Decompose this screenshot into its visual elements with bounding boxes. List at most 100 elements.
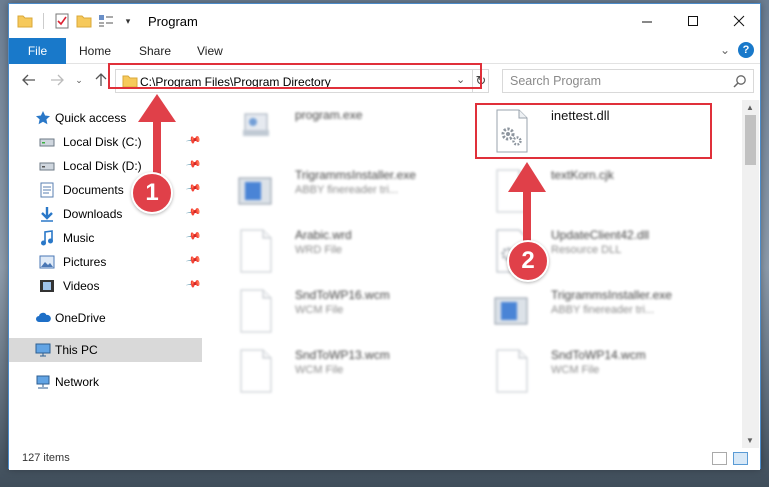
sidebar-item-network[interactable]: Network <box>9 370 202 394</box>
file-item-program-exe[interactable]: program.exe <box>221 104 466 160</box>
file-type: WCM File <box>295 304 344 316</box>
window-title: Program <box>148 14 198 29</box>
scroll-down-arrow-icon[interactable]: ▼ <box>746 436 754 445</box>
pin-icon[interactable]: 📌 <box>185 204 202 220</box>
back-button[interactable] <box>19 70 39 90</box>
file-item-sndtowp16-wcm[interactable]: SndToWP16.wcm WCM File <box>221 284 466 340</box>
file-type: WCM File <box>295 364 344 376</box>
sidebar-item-label: Quick access <box>55 111 127 125</box>
sidebar-item-label: Pictures <box>63 255 107 269</box>
minimize-button[interactable] <box>624 4 670 38</box>
large-icons-view-icon[interactable] <box>733 452 748 465</box>
file-name: SndToWP14.wcm <box>551 348 646 362</box>
sidebar-item-downloads[interactable]: Downloads 📌 <box>9 202 202 226</box>
sidebar-item-onedrive[interactable]: OneDrive <box>9 306 202 330</box>
quick-access-toolbar: ▾ <box>17 12 136 30</box>
pin-icon[interactable]: 📌 <box>185 180 202 196</box>
file-icon <box>491 348 531 394</box>
star-icon <box>35 110 51 126</box>
file-item-arabic-wrd[interactable]: Arabic.wrd WRD File <box>221 224 466 280</box>
details-view-icon[interactable] <box>712 452 727 465</box>
maximize-button[interactable] <box>670 4 716 38</box>
file-item-sndtowp13-wcm[interactable]: SndToWP13.wcm WCM File <box>221 344 466 400</box>
sidebar-item-label: Network <box>55 375 100 389</box>
sidebar-item-music[interactable]: Music 📌 <box>9 226 202 250</box>
sidebar-item-local-disk-d[interactable]: Local Disk (D:) 📌 <box>9 154 202 178</box>
sidebar-item-this-pc[interactable]: This PC <box>9 338 202 362</box>
drive-icon <box>39 158 55 174</box>
file-item-textkorn-cjk[interactable]: textKorn.cjk <box>477 164 722 220</box>
sidebar-item-label: Documents <box>63 183 124 197</box>
tab-home[interactable]: Home <box>79 44 111 58</box>
file-item-sndtowp14-wcm[interactable]: SndToWP14.wcm WCM File <box>477 344 722 400</box>
file-type: WCM File <box>551 364 600 376</box>
file-type: WRD File <box>295 244 343 256</box>
search-icon[interactable] <box>733 74 747 91</box>
file-name: SndToWP13.wcm <box>295 348 390 362</box>
tab-file[interactable]: File <box>9 38 66 64</box>
callout-step-2: 2 <box>507 240 549 282</box>
scrollbar-thumb[interactable] <box>745 115 756 165</box>
installer-icon <box>235 168 275 214</box>
pin-icon[interactable]: 📌 <box>185 276 202 292</box>
sidebar-item-pictures[interactable]: Pictures 📌 <box>9 250 202 274</box>
sidebar-item-videos[interactable]: Videos 📌 <box>9 274 202 298</box>
search-box[interactable] <box>502 69 754 93</box>
file-item-trigramms-installer[interactable]: TrigrammsInstaller.exe ABBY finereader t… <box>221 164 466 220</box>
file-name: TrigrammsInstaller.exe <box>295 168 416 182</box>
file-icon <box>235 348 275 394</box>
sidebar-item-label: This PC <box>55 343 98 357</box>
file-type: Resource DLL <box>551 244 622 256</box>
file-name: UpdateClient42.dll <box>551 228 650 242</box>
file-icon <box>491 168 531 214</box>
close-button[interactable] <box>716 4 762 38</box>
file-highlight <box>475 103 712 159</box>
sidebar-item-documents[interactable]: Documents 📌 <box>9 178 202 202</box>
search-input[interactable] <box>510 71 720 91</box>
properties-icon[interactable] <box>54 13 70 29</box>
sidebar-item-label: Downloads <box>63 207 123 221</box>
folder-icon <box>17 13 33 29</box>
exe-icon <box>235 108 275 154</box>
music-icon <box>39 230 55 246</box>
tab-share[interactable]: Share <box>139 44 171 58</box>
cloud-icon <box>35 310 51 326</box>
file-item-trigramms-installer[interactable]: TrigrammsInstaller.exe ABBY finereader t… <box>477 284 722 340</box>
file-name: program.exe <box>295 108 363 122</box>
pin-icon[interactable]: 📌 <box>185 252 202 268</box>
file-name: SndToWP16.wcm <box>295 288 390 302</box>
ribbon-controls: ⌄ ? <box>720 42 754 58</box>
file-icon <box>235 288 275 334</box>
new-folder-icon[interactable] <box>76 13 92 29</box>
installer-icon <box>491 288 531 334</box>
item-count: 127 items <box>22 452 70 464</box>
scroll-up-arrow-icon[interactable]: ▲ <box>746 103 754 112</box>
pin-icon[interactable]: 📌 <box>185 132 202 148</box>
vertical-scrollbar[interactable]: ▲ ▼ <box>742 100 759 448</box>
ribbon-tabs: File Home Share View ⌄ ? <box>9 38 760 64</box>
help-icon[interactable]: ? <box>738 42 754 58</box>
file-name: Arabic.wrd <box>295 228 352 242</box>
pin-icon[interactable]: 📌 <box>185 228 202 244</box>
documents-icon <box>39 182 55 198</box>
view-toggle <box>712 452 748 465</box>
sidebar-item-quick-access[interactable]: Quick access <box>9 106 202 130</box>
sidebar-item-label: Local Disk (C:) <box>63 135 142 149</box>
sidebar-item-local-disk-c[interactable]: Local Disk (C:) 📌 <box>9 130 202 154</box>
expand-ribbon-chevron-icon[interactable]: ⌄ <box>720 43 730 57</box>
file-icon <box>235 228 275 274</box>
file-type: ABBY finereader tri... <box>295 184 399 196</box>
pin-icon[interactable]: 📌 <box>185 156 202 172</box>
navigation-pane: Quick access Local Disk (C:) 📌 Local Dis… <box>9 100 209 448</box>
callout-step-1: 1 <box>131 172 173 214</box>
download-icon <box>39 206 55 222</box>
title-bar: ▾ Program <box>9 4 760 38</box>
sidebar-item-label: OneDrive <box>55 311 106 325</box>
recent-locations-chevron-icon[interactable]: ⌄ <box>69 70 89 90</box>
tab-view[interactable]: View <box>197 44 223 58</box>
network-icon <box>35 374 51 390</box>
file-name: textKorn.cjk <box>551 168 614 182</box>
forward-button[interactable] <box>47 70 67 90</box>
customize-toolbar-chevron-icon[interactable]: ▾ <box>120 13 136 29</box>
view-options-icon[interactable] <box>98 13 114 29</box>
